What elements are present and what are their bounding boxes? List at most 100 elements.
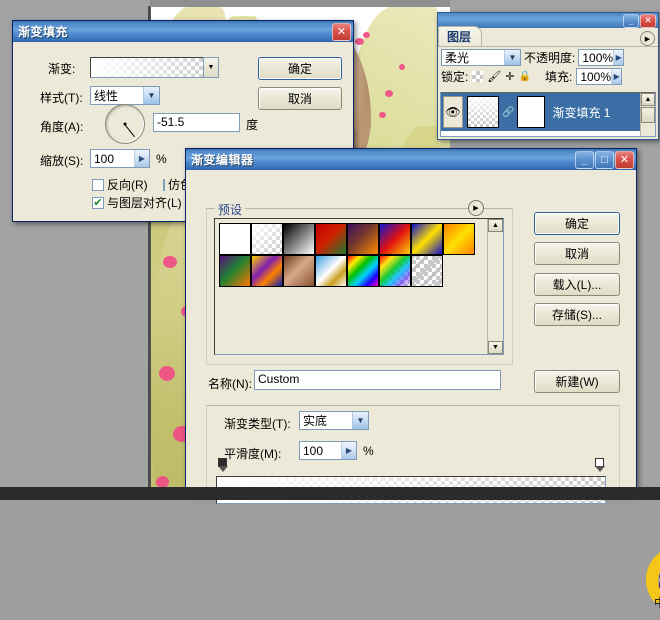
- preset-swatch[interactable]: [347, 255, 379, 287]
- layers-panel[interactable]: _ ✕ 图层 ▶ 柔光 ▼ 不透明度: 100% ▶ 锁定: 🖌 ✛ 🔒 填充:…: [437, 12, 659, 140]
- flower: [385, 90, 393, 97]
- panel-menu-icon[interactable]: ▶: [640, 31, 655, 46]
- fill-label: 填充:: [545, 68, 572, 85]
- chevron-down-icon[interactable]: ▼: [504, 50, 520, 65]
- ok-button[interactable]: 确定: [534, 212, 620, 235]
- opacity-input[interactable]: 100% ▶: [578, 49, 624, 66]
- reverse-label: 反向(R): [107, 176, 148, 193]
- minimize-button[interactable]: _: [575, 151, 594, 169]
- dither-checkbox[interactable]: [163, 179, 165, 191]
- preset-swatch-grid[interactable]: [215, 219, 487, 223]
- dialog-title: 渐变填充: [18, 23, 331, 40]
- preset-swatch[interactable]: [379, 223, 411, 255]
- dialog-titlebar[interactable]: 渐变编辑器 _ □ ✕: [186, 149, 636, 170]
- watermark-subtitle: 中国Photoshop资源网: [654, 594, 660, 611]
- dialog-title: 渐变编辑器: [191, 151, 574, 168]
- preset-swatch[interactable]: [315, 255, 347, 287]
- fill-input[interactable]: 100% ▶: [576, 68, 622, 85]
- smoothness-value: 100: [303, 444, 323, 458]
- preset-swatch[interactable]: [443, 223, 475, 255]
- opacity-stepper-icon[interactable]: ▶: [613, 50, 623, 65]
- scale-stepper-icon[interactable]: ▶: [134, 150, 149, 167]
- gradient-dropdown-icon[interactable]: ▼: [203, 57, 219, 78]
- transparency-lock-icon[interactable]: [472, 71, 483, 82]
- minimize-button[interactable]: _: [623, 14, 639, 28]
- table-row[interactable]: 👁 🔗 渐变填充 1: [441, 93, 655, 131]
- name-input[interactable]: Custom: [254, 370, 501, 390]
- cancel-button[interactable]: 取消: [534, 242, 620, 265]
- tab-layers[interactable]: 图层: [438, 26, 482, 46]
- maximize-button[interactable]: □: [595, 151, 614, 169]
- preset-swatch[interactable]: [219, 255, 251, 287]
- load-button[interactable]: 载入(L)...: [534, 273, 620, 296]
- align-with-layer-checkbox[interactable]: ✔: [92, 197, 104, 209]
- preset-swatch[interactable]: [411, 255, 443, 287]
- opacity-value: 100%: [582, 51, 613, 65]
- save-button[interactable]: 存储(S)...: [534, 303, 620, 326]
- align-with-layer-checkbox-row[interactable]: ✔ 与图层对齐(L): [92, 194, 182, 211]
- scale-input[interactable]: 100 ▶: [90, 149, 150, 168]
- layers-panel-tabs[interactable]: 图层 ▶: [438, 28, 658, 47]
- presets-scrollbar[interactable]: ▲ ▼: [487, 219, 503, 354]
- preset-swatch[interactable]: [251, 255, 283, 287]
- opacity-stop-right[interactable]: [595, 458, 606, 473]
- scroll-up-icon[interactable]: ▲: [641, 93, 655, 106]
- site-watermark: 86 ps www.86ps.com 中国Photoshop资源网: [626, 532, 660, 617]
- preset-swatch[interactable]: [411, 223, 443, 255]
- gradient-editor-dialog[interactable]: 渐变编辑器 _ □ ✕ 预设 ▶ ▲ ▼ 确定 取消 载入(L)... 存储(S…: [185, 148, 637, 495]
- name-label: 名称(N):: [208, 375, 252, 392]
- gradient-preview[interactable]: [90, 57, 205, 78]
- watermark-logo-icon: [626, 532, 660, 617]
- reverse-checkbox-row[interactable]: 反向(R): [92, 176, 148, 193]
- close-icon[interactable]: ✕: [332, 23, 351, 41]
- preset-swatch[interactable]: [315, 223, 347, 255]
- angle-input[interactable]: -51.5: [153, 113, 240, 132]
- link-icon[interactable]: 🔗: [502, 107, 514, 118]
- smoothness-input[interactable]: 100 ▶: [299, 441, 357, 460]
- lock-row: 锁定: 🖌 ✛ 🔒 填充: 100% ▶: [438, 67, 658, 87]
- flower: [355, 38, 364, 45]
- scroll-down-icon[interactable]: ▼: [488, 341, 503, 354]
- layers-list[interactable]: 👁 🔗 渐变填充 1 ▲: [440, 92, 656, 137]
- preset-swatch[interactable]: [283, 223, 315, 255]
- flower: [163, 256, 177, 268]
- preset-swatch[interactable]: [219, 223, 251, 255]
- close-icon[interactable]: ✕: [615, 151, 634, 169]
- style-select[interactable]: 线性 ▼: [90, 86, 160, 105]
- check-icon: ✔: [93, 198, 102, 208]
- layer-mask-thumbnail[interactable]: [517, 96, 545, 128]
- preset-swatch[interactable]: [347, 223, 379, 255]
- brush-lock-icon[interactable]: 🖌: [487, 70, 501, 83]
- smoothness-stepper-icon[interactable]: ▶: [341, 442, 356, 459]
- scroll-thumb[interactable]: [641, 107, 655, 123]
- presets-list[interactable]: ▲ ▼: [214, 218, 504, 355]
- scale-value: 100: [94, 152, 114, 166]
- opacity-stop-left[interactable]: [218, 458, 229, 473]
- smoothness-unit: %: [363, 444, 374, 458]
- blend-mode-value: 柔光: [445, 49, 469, 66]
- layer-thumbnail[interactable]: [467, 96, 499, 128]
- cancel-button[interactable]: 取消: [258, 87, 342, 110]
- preset-swatch[interactable]: [283, 255, 315, 287]
- fill-stepper-icon[interactable]: ▶: [611, 69, 621, 84]
- preset-swatch[interactable]: [379, 255, 411, 287]
- close-icon[interactable]: ✕: [640, 14, 656, 28]
- opacity-label: 不透明度:: [524, 49, 575, 66]
- angle-dial[interactable]: [105, 104, 145, 144]
- move-lock-icon[interactable]: ✛: [505, 70, 514, 83]
- layers-scrollbar[interactable]: ▲: [640, 93, 655, 136]
- preset-swatch[interactable]: [251, 223, 283, 255]
- all-lock-icon[interactable]: 🔒: [519, 71, 531, 82]
- play-triangle-icon[interactable]: ▶: [468, 200, 484, 216]
- gradient-type-select[interactable]: 实底 ▼: [299, 411, 369, 430]
- chevron-down-icon[interactable]: ▼: [143, 87, 159, 104]
- eye-icon[interactable]: 👁: [443, 96, 463, 128]
- scroll-up-icon[interactable]: ▲: [488, 219, 503, 232]
- reverse-checkbox[interactable]: [92, 179, 104, 191]
- ok-button[interactable]: 确定: [258, 57, 342, 80]
- dialog-titlebar[interactable]: 渐变填充 ✕: [13, 21, 353, 42]
- chevron-down-icon[interactable]: ▼: [352, 412, 368, 429]
- presets-group-title: 预设: [215, 201, 245, 218]
- new-button[interactable]: 新建(W): [534, 370, 620, 393]
- blend-mode-select[interactable]: 柔光 ▼: [441, 49, 521, 66]
